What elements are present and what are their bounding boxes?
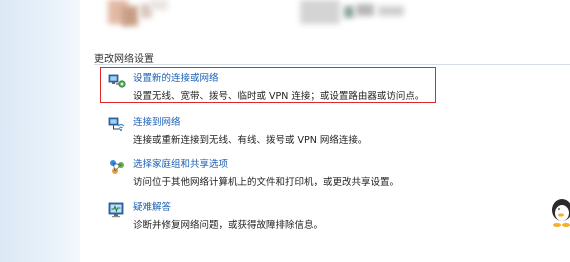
network-setup-icon	[108, 74, 126, 88]
connect-network-icon	[108, 117, 125, 132]
section-divider	[94, 64, 570, 65]
left-navigation-pane	[0, 0, 80, 262]
mascot-icon[interactable]	[550, 198, 570, 228]
section-title: 更改网络设置	[94, 54, 154, 65]
troubleshoot-icon	[108, 202, 124, 218]
troubleshoot-description: 诊断并修复网络问题，或获得故障排除信息。	[133, 220, 324, 231]
setup-new-connection-description: 设置无线、宽带、拨号、临时或 VPN 连接；或设置路由器或访问点。	[133, 91, 425, 102]
troubleshoot-link[interactable]: 疑难解答	[133, 199, 171, 213]
connect-to-network-description: 连接或重新连接到无线、有线、拨号或 VPN 网络连接。	[133, 135, 368, 146]
setup-new-connection-link[interactable]: 设置新的连接或网络	[133, 70, 219, 84]
connect-to-network-link[interactable]: 连接到网络	[133, 114, 181, 128]
homegroup-sharing-link[interactable]: 选择家庭组和共享选项	[133, 156, 228, 170]
homegroup-sharing-description: 访问位于其他网络计算机上的文件和打印机，或更改共享设置。	[133, 177, 400, 188]
homegroup-sharing-icon	[110, 160, 124, 174]
